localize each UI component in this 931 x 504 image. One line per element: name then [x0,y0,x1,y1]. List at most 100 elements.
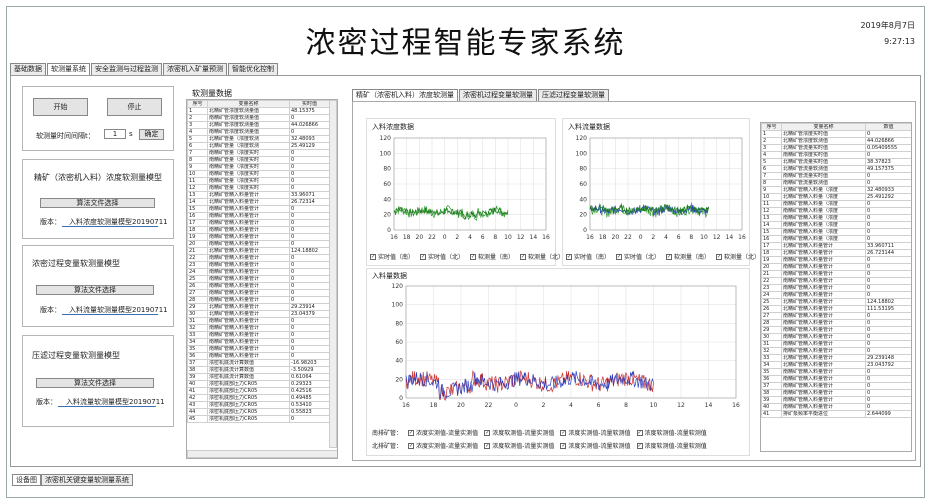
legend-item[interactable]: ✓ 浓度软测值-流量软测值 [636,428,707,437]
table-row[interactable]: 40 浓密机底部压力CR05 0.29323 [187,380,330,388]
checkbox-icon[interactable]: ✓ [560,429,567,436]
table-row[interactable]: 33 北精矿管精入料量管计 29.239148 [761,354,911,362]
checkbox-icon[interactable]: ✓ [616,253,623,260]
table-row[interactable]: 11 南精矿管精入料量（浓度 0 [761,200,911,208]
checkbox-icon[interactable]: ✓ [636,442,643,449]
table-row[interactable]: 38 浓密机底流计算数值 -3.50929 [187,366,330,374]
legend-item[interactable]: ✓ 软测量（北） [520,252,564,261]
table-row[interactable]: 5 北精矿管量（浓度软测 32.48093 [187,135,330,143]
select-file-button-1[interactable]: 算法文件选择 [40,198,155,208]
table-row[interactable]: 45 浓密机底部压力CR05 0 [187,415,330,423]
tab-filter-vars[interactable]: 压滤过程变量软测量 [538,89,609,101]
checkbox-icon[interactable]: ✓ [420,253,427,260]
table-row[interactable]: 12 南精矿管精入料量（浓度 0 [761,207,911,215]
checkbox-icon[interactable]: ✓ [520,253,527,260]
table-row[interactable]: 12 南精矿管量（浓度实时 0 [187,184,330,192]
table-row[interactable]: 6 北精矿管流量软测值 49.157375 [761,165,911,173]
tab-concentration[interactable]: 精矿（浓密机入料）浓度软测量 [352,89,458,101]
table-row[interactable]: 37 浓密机底流计算数值 -16.98203 [187,359,330,367]
table-row[interactable]: 21 北精矿管精入料量管计 124.18802 [187,247,330,255]
select-file-button-2[interactable]: 算法文件选择 [36,285,154,295]
legend-item[interactable]: ✓ 实时值（南） [566,252,610,261]
checkbox-icon[interactable]: ✓ [666,253,673,260]
table-row[interactable]: 10 北精矿管精入料量（浓度 25.491292 [761,193,911,201]
table-row[interactable]: 21 南精矿管精入料量管计 0 [761,270,911,278]
table-row[interactable]: 10 南精矿管量（浓度实时 0 [187,170,330,178]
select-file-button-3[interactable]: 算法文件选择 [36,378,154,388]
table-row[interactable]: 32 南精矿管精入料量管计 0 [761,347,911,355]
table-row[interactable]: 1 北精矿管浓度实时值 0 [761,130,911,138]
table-row[interactable]: 7 南精矿管量（浓度实时 0 [187,149,330,157]
legend-item[interactable]: ✓ 浓度实测值-流量实测值 [408,441,478,450]
table-row[interactable]: 25 北精矿管精入料量管计 124.18802 [761,298,911,306]
table-row[interactable]: 42 浓密机底部压力CR05 0.49485 [187,394,330,402]
table-row[interactable]: 36 南精矿管精入料量管计 0 [761,375,911,383]
table-row[interactable]: 41 浓密机底部压力CR05 0.42516 [187,387,330,395]
checkbox-icon[interactable]: ✓ [370,253,376,260]
table-row[interactable]: 4 南精矿管浓度实时值 0 [761,151,911,159]
tab-basic-data[interactable]: 基础数据 [10,63,46,75]
table-row[interactable]: 3 北精矿管浓度软测量值 44.026866 [187,121,330,129]
table-row[interactable]: 34 南精矿管精入料量管计 0 [187,338,330,346]
table-row[interactable]: 35 南精矿管精入料量管计 0 [761,368,911,376]
table-row[interactable]: 36 南精矿管精入料量管计 0 [187,352,330,360]
checkbox-icon[interactable]: ✓ [566,253,572,260]
legend-item[interactable]: ✓ 软测量（南） [470,252,514,261]
table-row[interactable]: 23 南精矿管精入料量管计 0 [187,261,330,269]
tab-soft-measure[interactable]: 软测量系统 [47,63,90,75]
legend-item[interactable]: ✓ 浓度软测值-流量实测值 [484,441,554,450]
table-row[interactable]: 16 南精矿管精入料量（浓度 0 [761,235,911,243]
stop-button[interactable]: 停止 [107,98,162,116]
table-row[interactable]: 13 南精矿管精入料量（浓度 0 [761,214,911,222]
legend-item[interactable]: ✓ 浓度实测值-流量软测值 [560,441,631,450]
table-vscrollbar[interactable] [329,100,337,448]
table-row[interactable]: 28 南精矿管精入料量管计 0 [187,296,330,304]
checkbox-icon[interactable]: ✓ [408,429,415,436]
table-row[interactable]: 31 南精矿管精入料量管计 0 [761,340,911,348]
bottom-tab-soft-system[interactable]: 浓密机关键变量软测量系统 [41,474,133,486]
table-row[interactable]: 17 南精矿管精入料量管计 0 [187,219,330,227]
checkbox-icon[interactable]: ✓ [470,253,477,260]
table-row[interactable]: 29 北精矿管精入料量管计 29.23914 [187,303,330,311]
table-row[interactable]: 25 南精矿管精入料量管计 0 [187,275,330,283]
table-row[interactable]: 9 南精矿管量（浓度实时 0 [187,163,330,171]
table-row[interactable]: 14 北精矿管精入料量管计 26.72314 [187,198,330,206]
bottom-tab-equipment[interactable]: 设备图 [12,474,41,486]
tab-optimization[interactable]: 智能优化控制 [228,63,278,75]
table-row[interactable]: 8 南精矿管流量软测值 0 [761,179,911,187]
table-row[interactable]: 13 北精矿管精入料量管计 33.96071 [187,191,330,199]
table-row[interactable]: 28 南精矿管精入料量管计 0 [761,319,911,327]
table-row[interactable]: 37 南精矿管精入料量管计 0 [761,382,911,390]
table-row[interactable]: 4 南精矿管浓度软测量值 0 [187,128,330,136]
table-row[interactable]: 39 浓密机底流计算数值 0.61064 [187,373,330,381]
tab-feed-prediction[interactable]: 浓密机入矿量预测 [163,63,227,75]
checkbox-icon[interactable]: ✓ [484,442,491,449]
legend-item[interactable]: ✓ 软测量（南） [666,252,710,261]
checkbox-icon[interactable]: ✓ [636,429,643,436]
table-row[interactable]: 7 南精矿管流量实时值 0 [761,172,911,180]
table-row[interactable]: 31 南精矿管精入料量管计 0 [187,317,330,325]
table-row[interactable]: 15 南精矿管精入料量管计 0 [187,205,330,213]
table-row[interactable]: 30 北精矿管精入料量管计 23.04379 [187,310,330,318]
table-row[interactable]: 22 南精矿管精入料量管计 0 [761,277,911,285]
legend-item[interactable]: ✓ 浓度实测值-流量实测值 [408,428,478,437]
table-row[interactable]: 29 南精矿管精入料量管计 0 [761,326,911,334]
table-row[interactable]: 41 排矿泵频率平衡进位 2.644099 [761,410,911,418]
table-row[interactable]: 2 南精矿管浓度软测量值 0 [187,114,330,122]
table-row[interactable]: 27 南精矿管精入料量管计 0 [761,312,911,320]
checkbox-icon[interactable]: ✓ [716,253,723,260]
table-row[interactable]: 1 北精矿管浓度软测量值 48.15375 [187,107,330,115]
table-row[interactable]: 32 南精矿管精入料量管计 0 [187,324,330,332]
table-row[interactable]: 43 浓密机底部压力CR05 0.53410 [187,401,330,409]
table-row[interactable]: 19 南精矿管精入料量管计 0 [761,256,911,264]
table-row[interactable]: 20 南精矿管精入料量管计 0 [761,263,911,271]
checkbox-icon[interactable]: ✓ [560,442,567,449]
table-row[interactable]: 18 南精矿管精入料量管计 0 [187,226,330,234]
table-row[interactable]: 35 南精矿管精入料量管计 0 [187,345,330,353]
table-row[interactable]: 24 南精矿管精入料量管计 0 [187,268,330,276]
legend-item[interactable]: ✓ 浓度软测值-流量软测值 [636,441,707,450]
checkbox-icon[interactable]: ✓ [484,429,491,436]
table-row[interactable]: 3 北精矿管流量实时值 0.05409555 [761,144,911,152]
table-row[interactable]: 16 南精矿管精入料量管计 0 [187,212,330,220]
legend-item[interactable]: ✓ 实时值（北） [616,252,660,261]
